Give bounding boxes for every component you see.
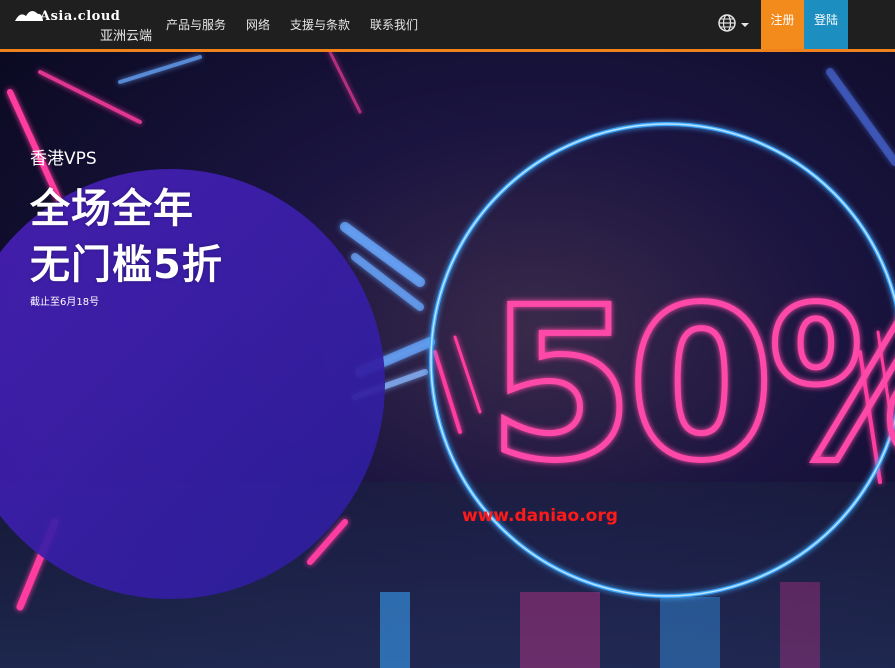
register-button[interactable]: 注册 <box>761 0 804 49</box>
promo-headline-line1: 全场全年 <box>30 186 194 232</box>
nav-item-contact[interactable]: 联系我们 <box>370 16 418 33</box>
neon-fifty-text: 50% <box>488 262 895 507</box>
nav-item-support[interactable]: 支援与条款 <box>290 16 350 33</box>
nav-item-network[interactable]: 网络 <box>246 16 270 33</box>
promo-deadline: 截止至6月18号 <box>30 297 100 308</box>
login-button[interactable]: 登陆 <box>804 0 848 49</box>
brand-logo-text: Asia.cloud <box>40 9 121 24</box>
language-switcher[interactable] <box>718 12 754 34</box>
top-navbar: Asia.cloud 亚洲云端 产品与服务 网络 支援与条款 联系我们 注册 登… <box>0 0 895 52</box>
brand-logo[interactable]: Asia.cloud 亚洲云端 <box>14 7 152 44</box>
fifty-percent-neon-graphic: 50% <box>485 259 895 510</box>
promo-banner[interactable]: 50% 香港VPS 全场全年 无门槛5折 截止至6月18号 www.daniao… <box>0 52 895 668</box>
watermark-text: www.daniao.org <box>462 506 618 526</box>
globe-icon <box>718 14 736 32</box>
promo-headline-line2: 无门槛5折 <box>30 242 223 288</box>
brand-logo-subtitle: 亚洲云端 <box>100 29 153 44</box>
nav-item-products[interactable]: 产品与服务 <box>166 16 226 33</box>
chevron-down-icon <box>741 22 749 27</box>
promo-kicker: 香港VPS <box>30 149 97 169</box>
main-nav: 产品与服务 网络 支援与条款 联系我们 <box>166 0 438 49</box>
